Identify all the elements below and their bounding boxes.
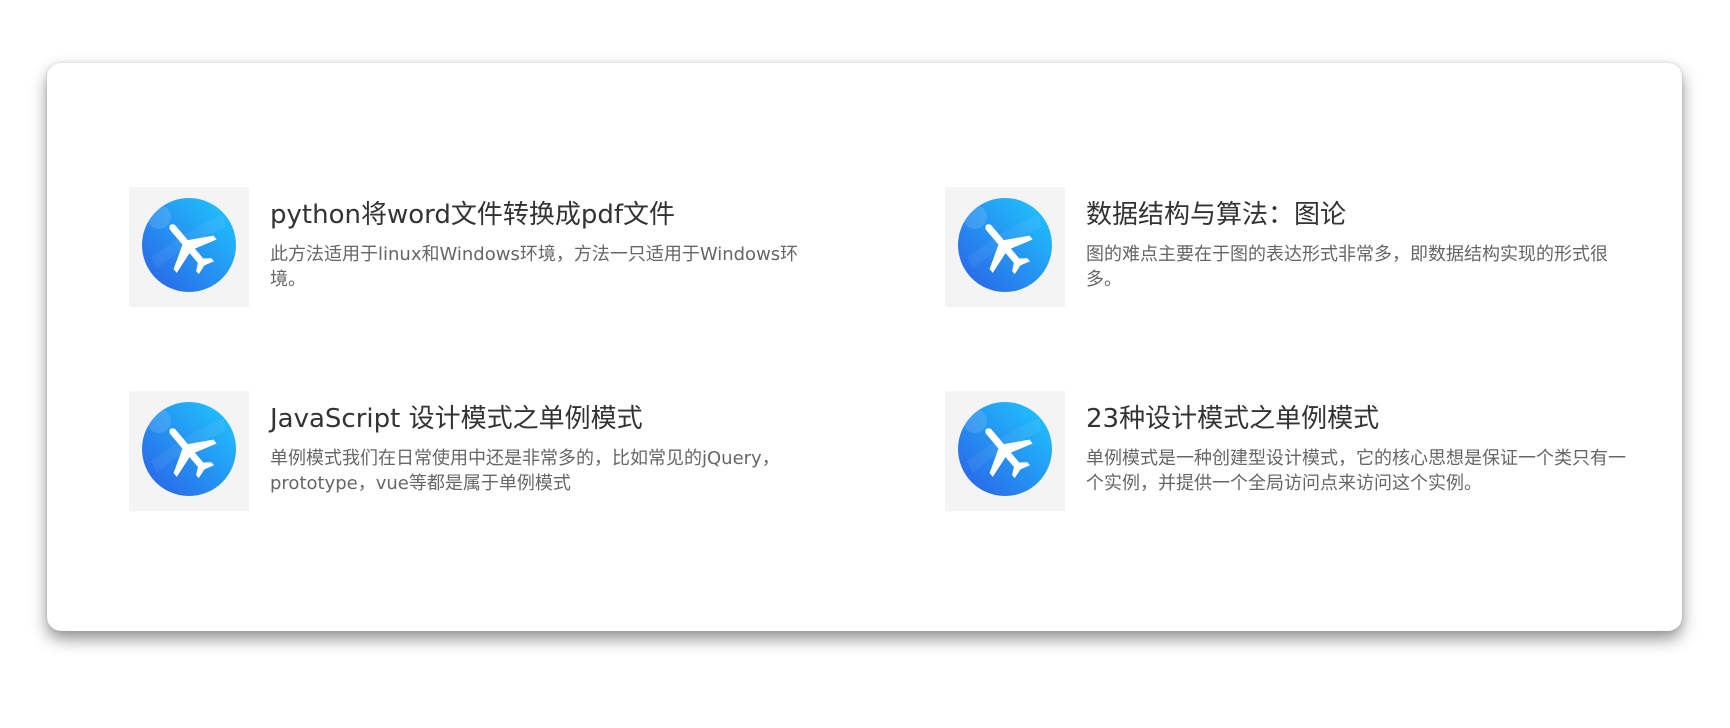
article-text: 23种设计模式之单例模式 单例模式是一种创建型设计模式，它的核心思想是保证一个类… [1086, 401, 1631, 496]
article-title[interactable]: 数据结构与算法：图论 [1086, 197, 1631, 233]
airplane-icon [129, 391, 249, 511]
article-thumbnail[interactable] [945, 187, 1065, 307]
article-thumbnail[interactable] [945, 391, 1065, 511]
article-item[interactable]: python将word文件转换成pdf文件 此方法适用于linux和Window… [129, 187, 849, 307]
article-item[interactable]: 23种设计模式之单例模式 单例模式是一种创建型设计模式，它的核心思想是保证一个类… [945, 391, 1665, 511]
article-text: 数据结构与算法：图论 图的难点主要在于图的表达形式非常多，即数据结构实现的形式很… [1086, 197, 1631, 292]
article-title[interactable]: JavaScript 设计模式之单例模式 [270, 401, 815, 437]
article-text: python将word文件转换成pdf文件 此方法适用于linux和Window… [270, 197, 815, 292]
airplane-icon [945, 391, 1065, 511]
article-description: 单例模式是一种创建型设计模式，它的核心思想是保证一个类只有一个实例，并提供一个全… [1086, 448, 1626, 494]
article-thumbnail[interactable] [129, 187, 249, 307]
airplane-icon [945, 187, 1065, 307]
article-title[interactable]: python将word文件转换成pdf文件 [270, 197, 815, 233]
article-item[interactable]: 数据结构与算法：图论 图的难点主要在于图的表达形式非常多，即数据结构实现的形式很… [945, 187, 1665, 307]
article-description: 单例模式我们在日常使用中还是非常多的，比如常见的jQuery，prototype… [270, 448, 780, 494]
article-thumbnail[interactable] [129, 391, 249, 511]
article-list-card: python将word文件转换成pdf文件 此方法适用于linux和Window… [47, 63, 1682, 631]
article-text: JavaScript 设计模式之单例模式 单例模式我们在日常使用中还是非常多的，… [270, 401, 815, 496]
airplane-icon [129, 187, 249, 307]
article-title[interactable]: 23种设计模式之单例模式 [1086, 401, 1631, 437]
article-item[interactable]: JavaScript 设计模式之单例模式 单例模式我们在日常使用中还是非常多的，… [129, 391, 849, 511]
article-description: 图的难点主要在于图的表达形式非常多，即数据结构实现的形式很多。 [1086, 244, 1608, 290]
article-description: 此方法适用于linux和Windows环境，方法一只适用于Windows环境。 [270, 244, 799, 290]
